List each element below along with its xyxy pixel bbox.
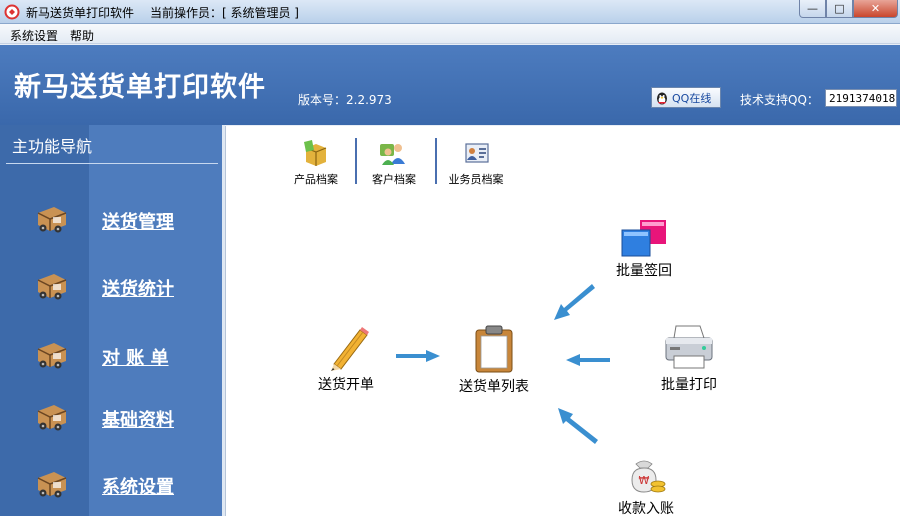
close-icon: ✕ <box>870 2 881 15</box>
flow-label: 批量打印 <box>661 377 717 393</box>
nav-item-delivery-management[interactable]: 送货管理 <box>0 199 222 239</box>
nav-label: 系统设置 <box>102 477 174 498</box>
nav-item-basic-data[interactable]: 基础资料 <box>0 397 222 437</box>
product-box-icon <box>304 140 327 166</box>
toolbar-label: 产品档案 <box>294 173 338 186</box>
money-bag-icon: ₩ <box>631 460 666 493</box>
arrow-right-icon <box>396 350 440 362</box>
arrow-up-left-icon <box>558 408 598 444</box>
svg-text:₩: ₩ <box>639 474 650 487</box>
windows-icon <box>621 220 666 257</box>
nav-item-delivery-statistics[interactable]: 送货统计 <box>0 266 222 306</box>
qq-online-button[interactable]: QQ在线 <box>651 87 721 108</box>
menu-system-settings[interactable]: 系统设置 <box>10 27 58 44</box>
arrow-left-icon <box>566 354 610 366</box>
support-qq-label: 技术支持QQ： <box>740 93 819 107</box>
app-logo-icon <box>4 4 20 20</box>
nav-item-system-settings[interactable]: 系统设置 <box>0 464 222 504</box>
nav-label: 对 账 单 <box>102 348 169 369</box>
toolbar-label: 客户档案 <box>372 173 416 186</box>
maximize-icon: □ <box>834 2 845 15</box>
toolbar-customer-records[interactable]: 客户档案 <box>359 136 429 188</box>
nav-item-statement[interactable]: 对 账 单 <box>0 335 222 375</box>
salesperson-card-icon <box>465 143 489 163</box>
toolbar-separator <box>355 138 357 184</box>
window-title: 新马送货单打印软件 <box>26 6 135 20</box>
delivery-truck-icon <box>37 472 67 498</box>
toolbar-label: 业务员档案 <box>448 173 504 186</box>
printer-icon <box>665 325 713 369</box>
flow-label: 送货开单 <box>318 377 374 393</box>
support-qq-field[interactable]: 2191374018 <box>825 89 897 107</box>
minimize-button[interactable]: — <box>799 0 826 18</box>
version-label: 版本号：2.2.973 <box>298 93 392 107</box>
main-navigation: 主功能导航 送货管理 送货统计 对 账 单 基础资料 系统设置 <box>0 125 225 516</box>
minimize-icon: — <box>807 2 818 15</box>
toolbar-salesperson-records[interactable]: 业务员档案 <box>441 136 511 188</box>
qq-button-label: QQ在线 <box>672 91 712 105</box>
flow-label: 批量签回 <box>616 263 672 279</box>
delivery-truck-icon <box>37 343 67 369</box>
nav-divider <box>6 163 218 164</box>
clipboard-icon <box>475 325 513 373</box>
delivery-truck-icon <box>37 207 67 233</box>
menu-bar: 系统设置 帮助 <box>0 24 900 44</box>
flow-batch-print[interactable]: 批量打印 <box>649 322 729 394</box>
qq-penguin-icon <box>657 92 667 104</box>
nav-label: 送货管理 <box>102 212 174 233</box>
nav-label: 基础资料 <box>102 410 174 431</box>
flow-batch-sign[interactable]: 批量签回 <box>604 218 684 280</box>
pencil-icon <box>331 327 369 371</box>
flow-payment-entry[interactable]: ₩ 收款入账 <box>596 456 696 516</box>
customers-icon <box>380 144 405 165</box>
delivery-truck-icon <box>37 274 67 300</box>
nav-label: 送货统计 <box>102 279 174 300</box>
delivery-truck-icon <box>37 405 67 431</box>
toolbar-separator <box>435 138 437 184</box>
menu-help[interactable]: 帮助 <box>70 27 94 44</box>
app-title: 新马送货单打印软件 <box>14 72 266 103</box>
current-operator: 当前操作员：[ 系统管理员 ] <box>150 6 299 20</box>
flow-label: 收款入账 <box>618 501 674 516</box>
nav-heading: 主功能导航 <box>12 137 93 156</box>
toolbar-product-records[interactable]: 产品档案 <box>281 136 351 188</box>
main-content: 产品档案 客户档案 业务员档案 送货开单 送货单列表 批量签回 批量打印 ₩ 收… <box>225 126 900 516</box>
title-bar: 新马送货单打印软件 当前操作员：[ 系统管理员 ] — □ ✕ <box>0 0 900 24</box>
maximize-button[interactable]: □ <box>826 0 853 18</box>
header-banner: 新马送货单打印软件 版本号：2.2.973 QQ在线 技术支持QQ： <box>0 45 900 125</box>
flow-order-list[interactable]: 送货单列表 <box>444 324 544 396</box>
flow-create-order[interactable]: 送货开单 <box>306 322 386 394</box>
arrow-down-left-icon <box>554 284 595 320</box>
flow-label: 送货单列表 <box>459 379 529 395</box>
close-button[interactable]: ✕ <box>853 0 898 18</box>
